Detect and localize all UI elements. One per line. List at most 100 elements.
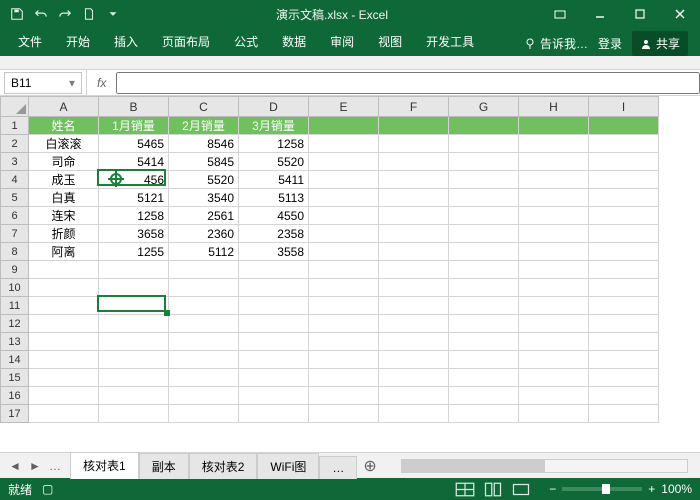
cell[interactable] [309, 261, 379, 279]
cell[interactable] [99, 405, 169, 423]
cell[interactable] [379, 387, 449, 405]
row-header[interactable]: 3 [1, 153, 29, 171]
horizontal-scrollbar[interactable] [401, 459, 688, 473]
row-header[interactable]: 9 [1, 261, 29, 279]
redo-icon[interactable] [54, 3, 76, 25]
cell[interactable] [309, 387, 379, 405]
save-icon[interactable] [6, 3, 28, 25]
cell[interactable]: 456 [99, 171, 169, 189]
col-header[interactable]: C [169, 97, 239, 117]
cell[interactable] [449, 279, 519, 297]
cell[interactable] [99, 387, 169, 405]
cell[interactable]: 3658 [99, 225, 169, 243]
cell[interactable] [309, 207, 379, 225]
cell[interactable] [379, 297, 449, 315]
col-header[interactable]: E [309, 97, 379, 117]
cell[interactable] [379, 207, 449, 225]
cell[interactable] [29, 315, 99, 333]
cell[interactable]: 连宋 [29, 207, 99, 225]
cell[interactable]: 8546 [169, 135, 239, 153]
cell[interactable] [309, 189, 379, 207]
cell[interactable] [589, 279, 659, 297]
cell[interactable] [379, 153, 449, 171]
cell[interactable] [309, 243, 379, 261]
cell[interactable] [519, 315, 589, 333]
cell[interactable] [239, 315, 309, 333]
cell[interactable] [169, 315, 239, 333]
cell[interactable] [239, 405, 309, 423]
cell[interactable] [449, 297, 519, 315]
cell[interactable]: 1258 [99, 207, 169, 225]
cell[interactable] [379, 369, 449, 387]
cell[interactable] [519, 351, 589, 369]
chevron-down-icon[interactable]: ▾ [69, 76, 75, 90]
col-header[interactable]: H [519, 97, 589, 117]
close-icon[interactable] [660, 0, 700, 28]
cell[interactable]: 5414 [99, 153, 169, 171]
row-header[interactable]: 17 [1, 405, 29, 423]
row-header[interactable]: 7 [1, 225, 29, 243]
cell[interactable] [169, 405, 239, 423]
cell[interactable] [519, 189, 589, 207]
cell[interactable] [379, 333, 449, 351]
cell[interactable] [309, 369, 379, 387]
cell[interactable] [99, 279, 169, 297]
cell[interactable] [589, 369, 659, 387]
tab-review[interactable]: 审阅 [318, 27, 366, 56]
cell[interactable] [449, 261, 519, 279]
row-header[interactable]: 14 [1, 351, 29, 369]
cell[interactable]: 1月销量 [99, 117, 169, 135]
select-all-corner[interactable] [1, 97, 29, 117]
cell[interactable]: 司命 [29, 153, 99, 171]
sheet-tab[interactable]: 核对表1 [70, 452, 139, 479]
tab-data[interactable]: 数据 [270, 27, 318, 56]
cell[interactable] [239, 369, 309, 387]
cell[interactable] [379, 189, 449, 207]
sheet-nav-next-icon[interactable]: ► [26, 457, 44, 475]
tab-pagelayout[interactable]: 页面布局 [150, 27, 222, 56]
cell[interactable] [309, 405, 379, 423]
cell[interactable] [519, 261, 589, 279]
cell[interactable] [589, 207, 659, 225]
zoom-out-icon[interactable]: − [549, 482, 556, 496]
row-header[interactable]: 4 [1, 171, 29, 189]
cell[interactable] [379, 405, 449, 423]
cell[interactable] [449, 369, 519, 387]
cell[interactable] [519, 117, 589, 135]
cell[interactable] [519, 279, 589, 297]
view-pagelayout-icon[interactable] [483, 481, 503, 497]
cell[interactable] [309, 351, 379, 369]
cell[interactable] [449, 135, 519, 153]
sheet-nav-ellipsis[interactable]: … [46, 457, 64, 475]
cell[interactable] [379, 261, 449, 279]
cell[interactable] [29, 279, 99, 297]
scrollbar-thumb[interactable] [402, 460, 544, 472]
cell[interactable] [589, 297, 659, 315]
cell[interactable] [589, 351, 659, 369]
cell[interactable] [169, 333, 239, 351]
cell[interactable] [99, 315, 169, 333]
cell[interactable] [239, 261, 309, 279]
cell[interactable] [379, 315, 449, 333]
cell[interactable] [309, 279, 379, 297]
ribbon-display-icon[interactable] [540, 0, 580, 28]
cell[interactable]: 5845 [169, 153, 239, 171]
cell[interactable] [449, 405, 519, 423]
sheet-tab[interactable]: 副本 [139, 453, 189, 479]
cell[interactable] [29, 405, 99, 423]
record-macro-icon[interactable]: ▢ [42, 482, 53, 496]
zoom-slider[interactable] [562, 487, 642, 491]
cell[interactable] [449, 153, 519, 171]
name-box[interactable]: B11 ▾ [4, 72, 82, 94]
cell[interactable]: 5121 [99, 189, 169, 207]
cell[interactable] [519, 153, 589, 171]
cell[interactable] [589, 135, 659, 153]
tab-insert[interactable]: 插入 [102, 27, 150, 56]
cell[interactable] [449, 387, 519, 405]
cell[interactable] [449, 207, 519, 225]
cell[interactable] [449, 225, 519, 243]
zoom-in-icon[interactable]: + [648, 482, 655, 496]
formula-bar[interactable] [116, 72, 700, 94]
cell[interactable] [519, 243, 589, 261]
cell[interactable] [379, 279, 449, 297]
